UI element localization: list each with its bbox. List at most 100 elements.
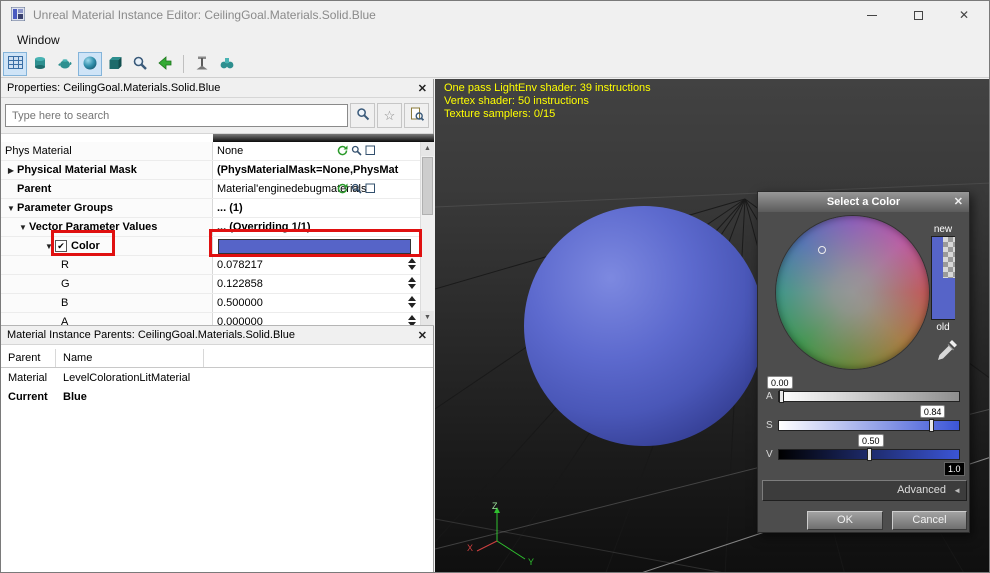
property-name-cell[interactable]: Phys Material	[1, 142, 213, 160]
property-row[interactable]: ▶ Physical Material Mask (PhysMaterialMask…	[1, 161, 420, 180]
scroll-up-icon[interactable]: ▲	[421, 142, 434, 156]
value-spinner[interactable]	[408, 258, 416, 270]
property-row[interactable]: R 0.078217	[1, 256, 420, 275]
column-header-name[interactable]: Name	[56, 349, 204, 367]
dialog-close-icon[interactable]: ✕	[954, 195, 963, 208]
eyedropper-icon[interactable]	[934, 338, 960, 367]
stand-icon	[194, 55, 210, 74]
parents-panel-title: Material Instance Parents: CeilingGoal.M…	[7, 329, 295, 341]
cancel-button[interactable]: Cancel	[892, 511, 967, 530]
property-row[interactable]: Phys Material None	[1, 142, 420, 161]
parents-table-row[interactable]: Material LevelColorationLitMaterial	[1, 368, 433, 387]
expander-icon[interactable]: ▼	[43, 242, 55, 251]
property-value: 0.500000	[217, 297, 263, 309]
value-spinner[interactable]	[408, 315, 416, 325]
slider-track[interactable]	[778, 448, 960, 461]
slider-track[interactable]	[778, 390, 960, 403]
swatch-solid-strip	[932, 237, 943, 319]
value-spinner[interactable]	[408, 296, 416, 308]
property-value-cell[interactable]: ... (1)	[213, 199, 420, 217]
expander-icon[interactable]: ▼	[5, 204, 17, 213]
parent-type-cell: Material	[8, 371, 48, 384]
maximize-button[interactable]	[911, 8, 925, 22]
property-value-cell[interactable]: 0.500000	[213, 294, 420, 312]
teapot-preview-button[interactable]	[53, 52, 77, 76]
menubar: Window	[1, 29, 989, 51]
color-wheel[interactable]	[776, 216, 929, 369]
property-name-cell[interactable]: ▼ ✔ Color	[1, 237, 213, 255]
property-name-cell[interactable]: G	[1, 275, 213, 293]
advanced-button[interactable]: Advanced ◄	[762, 480, 967, 501]
column-header-parent[interactable]: Parent	[1, 349, 56, 367]
window-titlebar[interactable]: Unreal Material Instance Editor: Ceiling…	[1, 1, 989, 29]
property-name-cell[interactable]: Parent	[1, 180, 213, 198]
favorites-filter-button[interactable]: ☆	[377, 103, 402, 128]
property-scrollbar[interactable]: ▲ ▼	[420, 134, 434, 325]
realtime-preview-button[interactable]	[128, 52, 152, 76]
expander-icon[interactable]: ▶	[5, 166, 17, 175]
property-name-cell[interactable]: ▶ Physical Material Mask	[1, 161, 213, 179]
use-selected-mesh-button[interactable]	[190, 52, 214, 76]
parents-table-row[interactable]: Current Blue	[1, 387, 433, 406]
close-button[interactable]: ✕	[957, 8, 971, 22]
property-row[interactable]: ▼ Parameter Groups ... (1)	[1, 199, 420, 218]
property-row[interactable]: Parent Material'enginedebugmaterials.	[1, 180, 420, 199]
use-selected-icon[interactable]	[337, 183, 348, 194]
property-value-cell[interactable]: None	[213, 142, 420, 160]
brightness-multiplier-badge: 1.0	[944, 462, 965, 476]
override-checkbox[interactable]: ✔	[55, 240, 67, 252]
cylinder-preview-button[interactable]	[28, 52, 52, 76]
select-color-dialog: Select a Color ✕ new old A 0.00 S 0.84 V 0.50	[757, 191, 970, 533]
property-value-cell[interactable]: Material'enginedebugmaterials.	[213, 180, 420, 198]
preview-sphere[interactable]	[524, 206, 764, 446]
slider-handle[interactable]	[867, 448, 872, 461]
use-selected-icon[interactable]	[337, 145, 348, 156]
show-all-parameters-button[interactable]	[215, 52, 239, 76]
sphere-preview-button[interactable]	[78, 52, 102, 76]
advanced-search-button[interactable]	[404, 103, 429, 128]
slider-handle[interactable]	[928, 419, 934, 432]
value-spinner[interactable]	[408, 277, 416, 289]
property-value-cell[interactable]: 0.122858	[213, 275, 420, 293]
property-value-cell[interactable]	[213, 237, 420, 255]
property-row[interactable]: G 0.122858	[1, 275, 420, 294]
dialog-titlebar[interactable]: Select a Color ✕	[758, 192, 969, 212]
expander-icon[interactable]: ▼	[17, 223, 29, 232]
scrollbar-thumb[interactable]	[422, 157, 433, 215]
property-name-cell[interactable]: A	[1, 313, 213, 325]
property-row[interactable]: ▼ Vector Parameter Values ... (Overriding …	[1, 218, 420, 237]
property-name-cell[interactable]: ▼ Vector Parameter Values	[1, 218, 213, 236]
property-value-cell[interactable]: 0.000000	[213, 313, 420, 325]
background-toggle-button[interactable]	[3, 52, 27, 76]
menu-window[interactable]: Window	[13, 31, 64, 49]
sync-generic-browser-button[interactable]	[153, 52, 177, 76]
search-button[interactable]	[350, 103, 375, 128]
property-name-cell[interactable]: B	[1, 294, 213, 312]
slider-handle[interactable]	[779, 390, 784, 403]
property-row[interactable]: ▼ ✔ Color	[1, 237, 420, 256]
cube-preview-button[interactable]	[103, 52, 127, 76]
ok-button[interactable]: OK	[807, 511, 883, 530]
minimize-button[interactable]	[865, 8, 879, 22]
slider-track[interactable]	[778, 419, 960, 432]
property-row[interactable]: A 0.000000	[1, 313, 420, 325]
preview-viewport[interactable]: One pass LightEnv shader: 39 instruction…	[435, 79, 989, 572]
color-wheel-cursor[interactable]	[818, 246, 826, 254]
clear-icon[interactable]	[365, 183, 376, 194]
search-input[interactable]	[5, 104, 348, 127]
close-parents-icon[interactable]: ✕	[418, 329, 427, 342]
new-old-swatch[interactable]	[931, 236, 955, 320]
color-swatch[interactable]	[218, 238, 411, 254]
browse-icon[interactable]	[351, 145, 362, 156]
scroll-down-icon[interactable]: ▼	[421, 311, 434, 325]
property-row[interactable]: B 0.500000	[1, 294, 420, 313]
property-value-cell[interactable]: ... (Overriding 1/1)	[213, 218, 420, 236]
browse-icon[interactable]	[351, 183, 362, 194]
clear-icon[interactable]	[365, 145, 376, 156]
property-value-cell[interactable]: (PhysMaterialMask=None,PhysMat	[213, 161, 420, 179]
toolbar	[1, 51, 989, 78]
property-value-cell[interactable]: 0.078217	[213, 256, 420, 274]
property-name-cell[interactable]: R	[1, 256, 213, 274]
close-properties-icon[interactable]: ✕	[418, 82, 427, 95]
property-name-cell[interactable]: ▼ Parameter Groups	[1, 199, 213, 217]
